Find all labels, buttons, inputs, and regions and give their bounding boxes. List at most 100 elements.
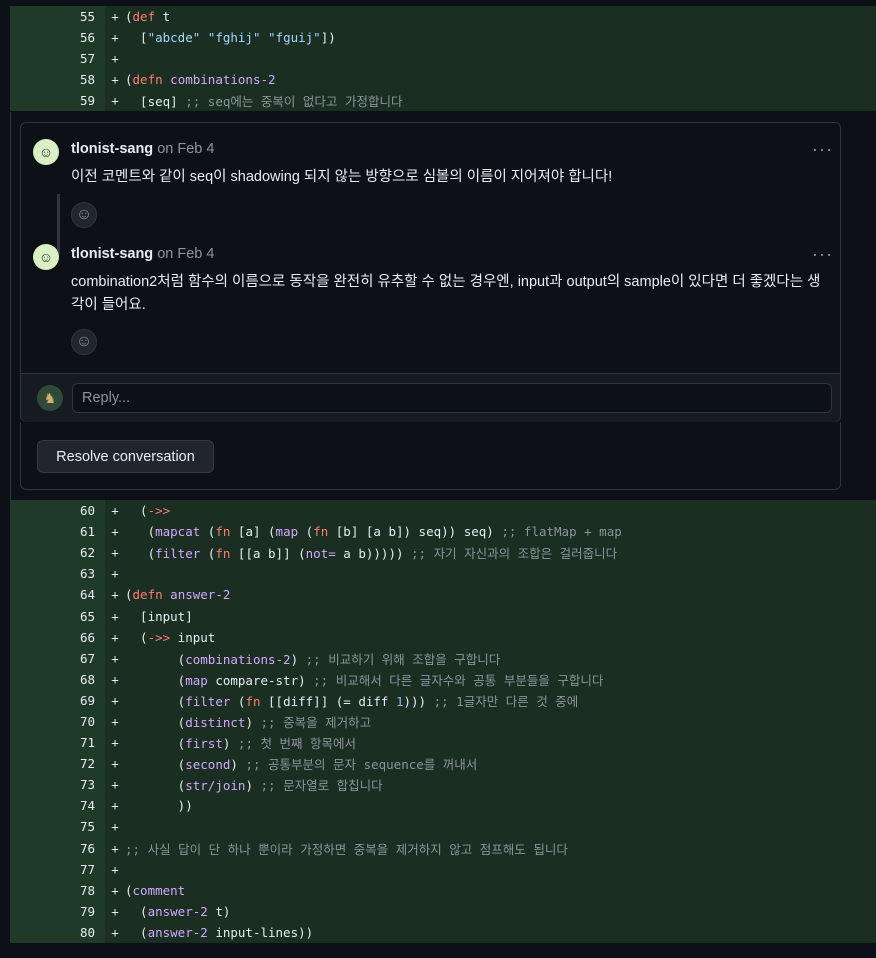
diff-line: 72 + (second) ;; 공통부분의 문자 sequence를 꺼내서 xyxy=(10,753,876,775)
diff-line: 76 + ;; 사실 답이 단 하나 뿐이라 가정하면 중복을 제거하지 않고 점프… xyxy=(10,837,876,859)
line-number[interactable]: 79 xyxy=(10,900,105,922)
comment-author[interactable]: tlonist-sang xyxy=(71,141,153,157)
smiley-icon[interactable]: ☺ xyxy=(71,202,97,228)
kebab-icon[interactable]: ··· xyxy=(812,139,833,160)
added-marker: + xyxy=(111,924,119,940)
line-number[interactable]: 80 xyxy=(10,921,105,943)
diff-line: 73 + (str/join) ;; 문자열로 합칩니다 xyxy=(10,774,876,796)
line-number[interactable]: 78 xyxy=(10,879,105,901)
code-text: [input] xyxy=(125,608,193,624)
line-number[interactable]: 70 xyxy=(10,710,105,733)
diff-hunk-bottom: 60 + (->> 61 + (mapcat (fn [a] (map (fn [b]… xyxy=(10,500,876,943)
code-text: (def t xyxy=(125,9,171,25)
diff-line: 63 + xyxy=(10,563,876,585)
added-marker: + xyxy=(111,650,119,666)
diff-line: 75 + xyxy=(10,816,876,838)
added-marker: + xyxy=(111,735,119,751)
diff-line: 56 + ["abcde" "fghij" "fguij"]) xyxy=(10,27,876,49)
code-text: (comment xyxy=(125,882,186,898)
diff-line: 65 + [input] xyxy=(10,605,876,627)
line-number[interactable]: 64 xyxy=(10,584,105,606)
diff-line: 57 + xyxy=(10,48,876,70)
diff-line: 59 + [seq] ;; seq에는 중복이 없다고 가정합니다 xyxy=(10,90,876,112)
added-marker: + xyxy=(111,93,119,109)
line-number[interactable]: 55 xyxy=(10,6,105,28)
kebab-icon[interactable]: ··· xyxy=(812,244,833,265)
comment-author[interactable]: tlonist-sang xyxy=(71,246,153,262)
line-number[interactable]: 63 xyxy=(10,563,105,585)
added-marker: + xyxy=(111,9,119,25)
avatar-icon: ♞ xyxy=(37,385,63,411)
added-marker: + xyxy=(111,840,119,856)
code-text: [seq] ;; seq에는 중복이 없다고 가정합니다 xyxy=(125,94,403,110)
diff-line: 60 + (->> xyxy=(10,500,876,522)
line-number[interactable]: 77 xyxy=(10,858,105,880)
line-number[interactable]: 66 xyxy=(10,626,105,648)
added-marker: + xyxy=(111,798,119,814)
code-text: ;; 사실 답이 단 하나 뿐이라 가정하면 중복을 제거하지 않고 점프해도 … xyxy=(125,841,568,857)
code-text: (mapcat (fn [a] (map (fn [b] [a b]) seq)… xyxy=(125,524,622,540)
line-number[interactable]: 76 xyxy=(10,837,105,859)
line-number[interactable]: 71 xyxy=(10,732,105,754)
line-number[interactable]: 72 xyxy=(10,753,105,775)
review-thread: ☺ tlonist-sang on Feb 4 ··· 이전 코멘트와 같이 s… xyxy=(20,122,841,422)
diff-line: 69 + (filter (fn [[diff]] (= diff 1))) ;;… xyxy=(10,689,876,711)
comment-date[interactable]: on Feb 4 xyxy=(157,141,214,157)
avatar-icon[interactable]: ☺ xyxy=(33,139,59,165)
reply-input[interactable] xyxy=(72,383,832,413)
line-number[interactable]: 67 xyxy=(10,647,105,669)
diff-line: 80 + (answer-2 input-lines)) xyxy=(10,921,876,943)
code-text: (second) ;; 공통부분의 문자 sequence를 꺼내서 xyxy=(125,757,478,773)
code-text: (str/join) ;; 문자열로 합칩니다 xyxy=(125,778,383,794)
added-marker: + xyxy=(111,861,119,877)
line-number[interactable]: 60 xyxy=(10,500,105,522)
code-text: (answer-2 t) xyxy=(125,903,231,919)
code-text: (->> input xyxy=(125,629,216,645)
avatar-icon[interactable]: ☺ xyxy=(33,244,59,270)
smiley-icon[interactable]: ☺ xyxy=(71,329,97,355)
added-marker: + xyxy=(111,713,119,729)
comment-date[interactable]: on Feb 4 xyxy=(157,246,214,262)
added-marker: + xyxy=(111,30,119,46)
line-number[interactable]: 56 xyxy=(10,27,105,49)
line-number[interactable]: 69 xyxy=(10,689,105,711)
added-marker: + xyxy=(111,524,119,540)
diff-line: 67 + (combinations-2) ;; 비교하기 위해 조합을 구합니다 xyxy=(10,647,876,669)
code-text: )) xyxy=(125,798,193,814)
resolve-conversation-button[interactable]: Resolve conversation xyxy=(37,440,214,473)
diff-line: 70 + (distinct) ;; 중복을 제거하고 xyxy=(10,710,876,733)
code-text: (map compare-str) ;; 비교해서 다른 글자수와 공통 부분들… xyxy=(125,672,604,688)
code-text: (->> xyxy=(125,503,171,519)
line-number[interactable]: 75 xyxy=(10,816,105,838)
added-marker: + xyxy=(111,545,119,561)
line-number[interactable]: 68 xyxy=(10,668,105,690)
diff-line: 62 + (filter (fn [[a b]] (not= a b))))) ;… xyxy=(10,542,876,564)
added-marker: + xyxy=(111,882,119,898)
comment-body: 이전 코멘트와 같이 seq이 shadowing 되지 않는 방향으로 심볼의… xyxy=(71,169,613,185)
line-number[interactable]: 73 xyxy=(10,774,105,796)
code-text: (first) ;; 첫 번째 항목에서 xyxy=(125,736,357,752)
line-number[interactable]: 65 xyxy=(10,605,105,627)
line-number[interactable]: 59 xyxy=(10,90,105,112)
added-marker: + xyxy=(111,608,119,624)
line-number[interactable]: 58 xyxy=(10,69,105,91)
line-number[interactable]: 62 xyxy=(10,542,105,564)
line-number[interactable]: 74 xyxy=(10,795,105,817)
diff-line: 61 + (mapcat (fn [a] (map (fn [b] [a b]) … xyxy=(10,521,876,543)
diff-line: 78 + (comment xyxy=(10,879,876,901)
diff-line: 58 + (defn combinations-2 xyxy=(10,69,876,91)
added-marker: + xyxy=(111,51,119,67)
added-marker: + xyxy=(111,671,119,687)
line-number[interactable]: 61 xyxy=(10,521,105,543)
added-marker: + xyxy=(111,819,119,835)
code-text: (defn answer-2 xyxy=(125,587,231,603)
comment-body: combination2처럼 함수의 이름으로 동작을 완전히 유추할 수 없는… xyxy=(71,274,821,313)
diff-line: 71 + (first) ;; 첫 번째 항목에서 xyxy=(10,732,876,754)
diff-line: 79 + (answer-2 t) xyxy=(10,900,876,922)
code-text: (filter (fn [[a b]] (not= a b))))) ;; 자기… xyxy=(125,546,618,562)
diff-line: 66 + (->> input xyxy=(10,626,876,648)
added-marker: + xyxy=(111,503,119,519)
code-text: (answer-2 input-lines)) xyxy=(125,924,314,940)
line-number[interactable]: 57 xyxy=(10,48,105,70)
code-text: (combinations-2) ;; 비교하기 위해 조합을 구합니다 xyxy=(125,651,501,667)
